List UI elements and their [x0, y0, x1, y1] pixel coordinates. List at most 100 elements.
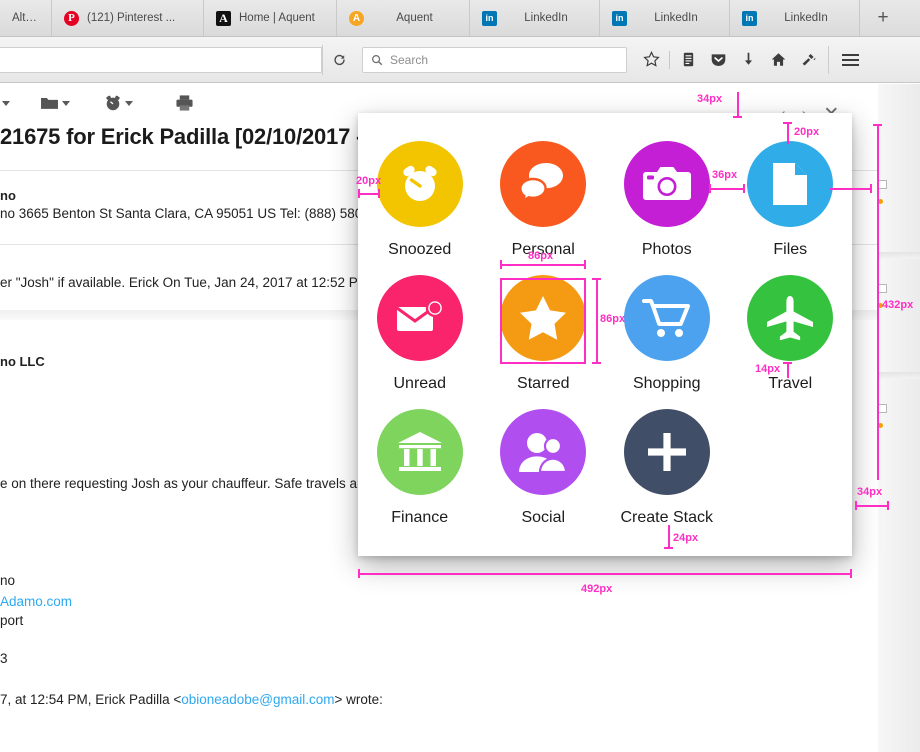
reply-dropdown[interactable] — [0, 88, 22, 118]
browser-tab-0[interactable]: Alto... — [0, 0, 52, 36]
stack-item-photos[interactable]: Photos — [605, 135, 729, 269]
extension-icon[interactable] — [794, 46, 822, 74]
aquent-icon: A — [216, 10, 231, 26]
reading-list-icon[interactable] — [674, 46, 702, 74]
annotation-icon-width: 86px — [528, 250, 554, 262]
alarm-clock-icon — [376, 141, 463, 227]
list-item[interactable] — [878, 404, 914, 428]
measure-cap — [592, 278, 601, 280]
measure-line — [668, 525, 670, 549]
chat-bubbles-icon — [500, 141, 587, 227]
annotation-icon-height: 86px — [600, 313, 626, 325]
mail-signature-link[interactable]: Adamo.com — [0, 594, 72, 609]
stack-item-personal[interactable]: Personal — [482, 135, 606, 269]
pinterest-icon: P — [64, 10, 79, 26]
stack-item-label: Social — [521, 509, 566, 526]
annotation-panel-bottom-padding: 24px — [673, 532, 699, 544]
move-to-folder-button[interactable] — [28, 88, 82, 118]
measure-cap — [743, 184, 745, 193]
message-list-sliver[interactable] — [878, 84, 920, 752]
measure-line — [855, 505, 889, 507]
camera-icon — [623, 141, 710, 227]
annotation-icon-top-padding: 20px — [794, 126, 820, 138]
mail-reply-header: 7, at 12:54 PM, Erick Padilla <obioneado… — [0, 692, 383, 707]
mail-sender-name: no — [0, 188, 16, 203]
browser-tab-5[interactable]: in LinkedIn — [600, 0, 730, 36]
reload-icon[interactable] — [322, 44, 356, 75]
alarm-clock-icon — [106, 95, 120, 111]
linkedin-icon: in — [612, 10, 627, 26]
checkbox-icon[interactable] — [878, 404, 887, 413]
home-icon[interactable] — [764, 46, 792, 74]
stack-item-finance[interactable]: Finance — [358, 403, 482, 537]
measure-cap — [783, 122, 792, 124]
stack-item-shopping[interactable]: Shopping — [605, 269, 729, 403]
measure-line — [737, 92, 739, 118]
pocket-icon[interactable] — [704, 46, 732, 74]
snooze-dropdown[interactable] — [92, 88, 145, 118]
measure-cap — [584, 260, 586, 269]
url-address-bar[interactable] — [0, 46, 322, 73]
browser-tab-label: (121) Pinterest ... — [87, 12, 176, 24]
hamburger-menu-icon[interactable] — [828, 45, 862, 74]
checkbox-icon[interactable] — [878, 180, 887, 189]
search-icon — [372, 54, 383, 65]
plus-icon — [623, 409, 710, 495]
annotation-label-gap: 14px — [755, 363, 781, 375]
browser-tab-2[interactable]: A Home | Aquent — [204, 0, 337, 36]
stack-item-create-stack[interactable]: Create Stack — [605, 403, 729, 537]
annotation-panel-left-padding: 20px — [356, 175, 382, 187]
stack-item-social[interactable]: Social — [482, 403, 606, 537]
browser-tab-4[interactable]: in LinkedIn — [470, 0, 600, 36]
stack-item-label: Photos — [641, 241, 692, 258]
new-tab-button[interactable]: + — [860, 0, 906, 36]
measure-line — [830, 188, 872, 190]
measure-cap — [873, 124, 882, 126]
caret-down-icon — [2, 100, 10, 106]
downloads-icon[interactable] — [734, 46, 762, 74]
measure-line — [596, 278, 598, 364]
search-input[interactable]: Search — [362, 46, 627, 73]
divider — [878, 252, 920, 259]
bookmark-star-icon[interactable] — [637, 46, 665, 74]
stack-item-label: Shopping — [632, 375, 701, 392]
print-button[interactable] — [163, 88, 206, 118]
measure-line — [358, 193, 380, 195]
stack-item-files[interactable]: Files — [729, 135, 853, 269]
stack-item-label: Files — [773, 241, 808, 258]
measure-line — [358, 573, 852, 575]
browser-tab-6[interactable]: in LinkedIn — [730, 0, 860, 36]
aquent-circle-icon: A — [349, 10, 364, 26]
browser-tab-label: LinkedIn — [654, 12, 698, 24]
checkbox-icon[interactable] — [878, 284, 887, 293]
airplane-icon — [747, 275, 834, 361]
browser-toolbar-icons — [637, 46, 822, 74]
stack-item-unread[interactable]: Unread — [358, 269, 482, 403]
annotation-icon-bounds — [500, 278, 586, 364]
toolbar-divider — [669, 50, 670, 69]
stacks-panel: Snoozed Personal Photos Files Unread Sta… — [358, 113, 852, 556]
measure-line — [709, 188, 745, 190]
annotation-panel-height: 432px — [882, 299, 914, 311]
reply-suffix: > wrote: — [334, 692, 383, 707]
measure-cap — [850, 569, 852, 578]
list-item[interactable] — [878, 180, 914, 204]
measure-line — [877, 124, 879, 480]
browser-tab-3[interactable]: A Aquent — [337, 0, 470, 36]
mail-signature-name: no — [0, 573, 16, 588]
document-icon — [747, 141, 834, 227]
measure-cap — [592, 362, 601, 364]
measure-cap — [358, 189, 360, 198]
reply-email-link[interactable]: obioneadobe@gmail.com — [181, 692, 334, 707]
stack-item-snoozed[interactable]: Snoozed — [358, 135, 482, 269]
printer-icon — [176, 95, 193, 111]
annotation-panel-top-offset: 34px — [697, 93, 723, 105]
stack-item-travel[interactable]: Travel — [729, 269, 853, 403]
annotation-icon-gap: 36px — [712, 169, 738, 181]
caret-down-icon — [62, 100, 70, 106]
browser-tab-label: Home | Aquent — [239, 12, 315, 24]
mail-quoted-line: er "Josh" if available. Erick On Tue, Ja… — [0, 275, 382, 290]
shopping-cart-icon — [623, 275, 710, 361]
browser-tab-1[interactable]: P (121) Pinterest ... — [52, 0, 204, 36]
stacks-grid: Snoozed Personal Photos Files Unread Sta… — [358, 135, 852, 537]
